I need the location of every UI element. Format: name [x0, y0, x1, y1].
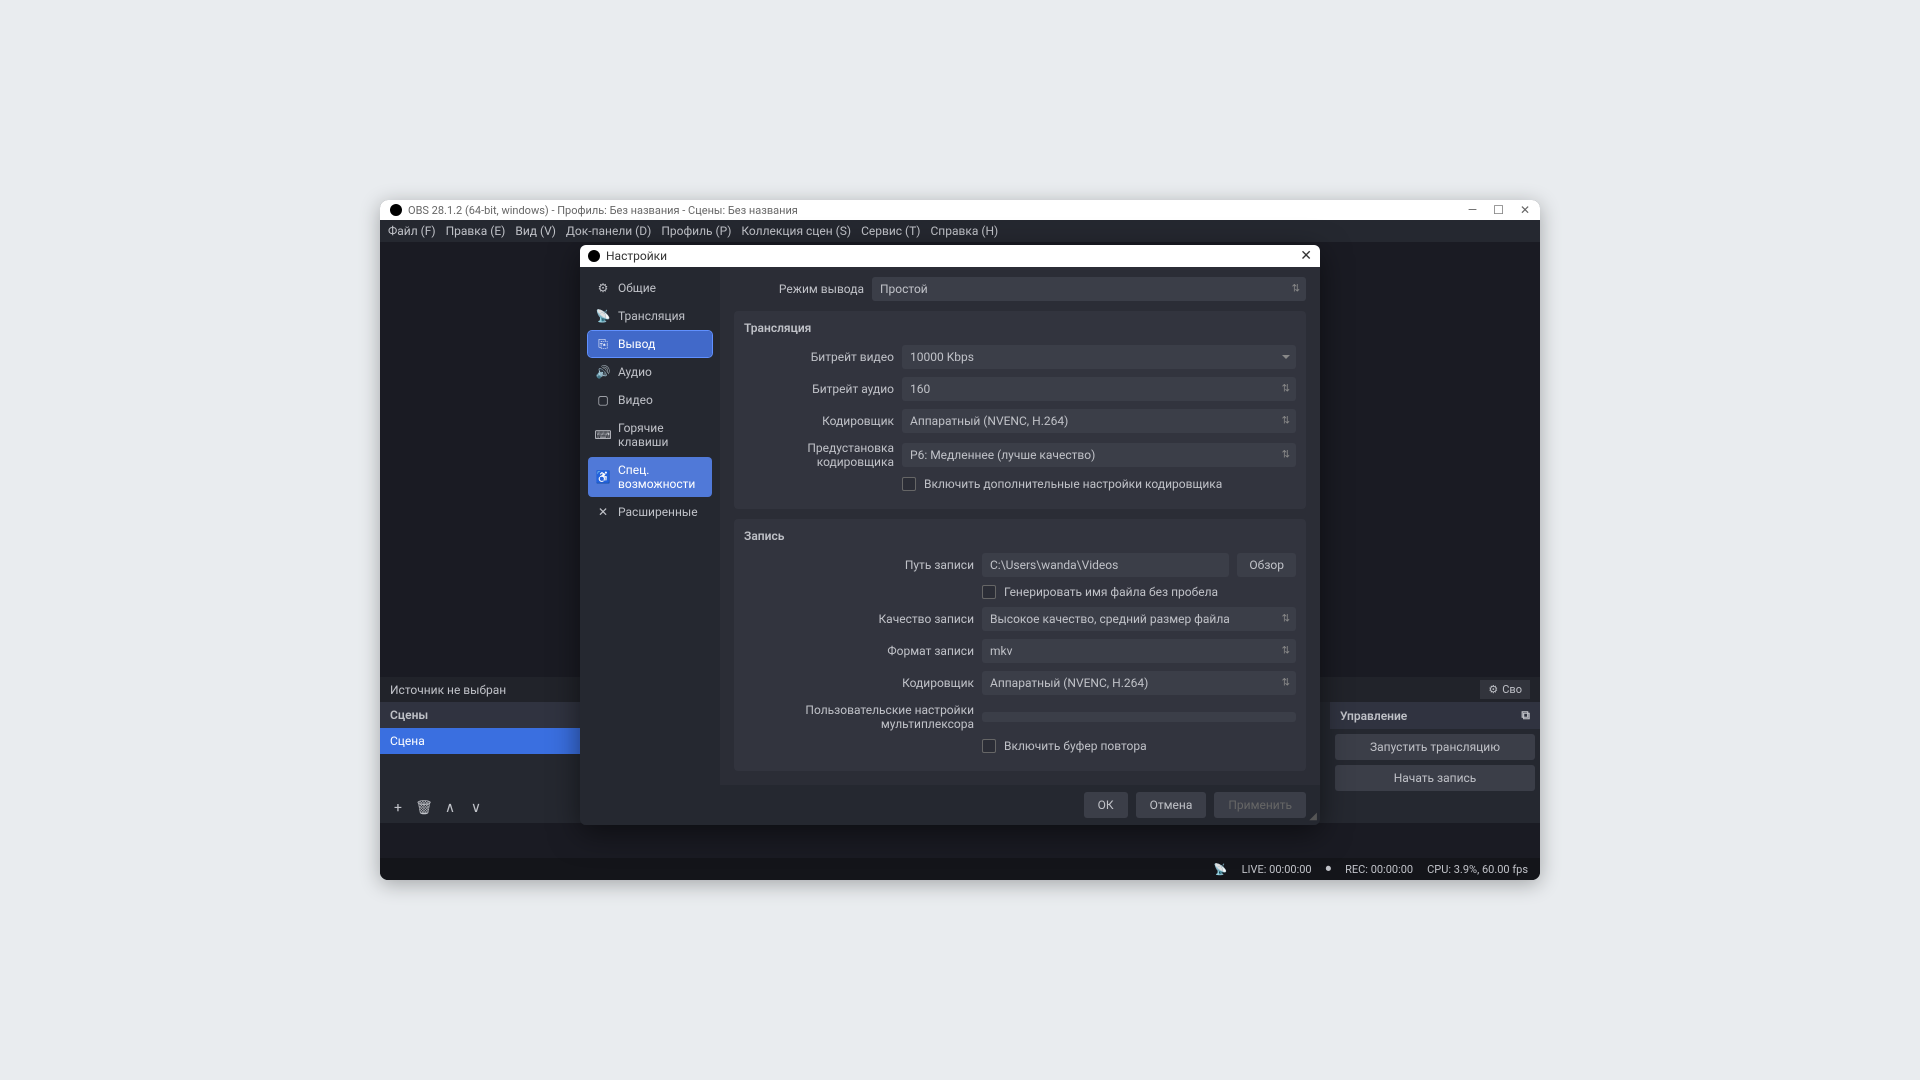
app-icon — [390, 204, 402, 216]
titlebar: OBS 28.1.2 (64-bit, windows) - Профиль: … — [380, 200, 1540, 220]
menu-scenes[interactable]: Коллекция сцен (S) — [741, 224, 851, 238]
advanced-encoder-checkbox[interactable] — [902, 477, 916, 491]
muxer-input[interactable] — [982, 712, 1296, 722]
menu-tools[interactable]: Сервис (T) — [861, 224, 920, 238]
encoder-preset-label: Предустановка кодировщика — [744, 441, 894, 469]
gear-icon: ⚙ — [1488, 683, 1498, 696]
titlebar-text: OBS 28.1.2 (64-bit, windows) - Профиль: … — [408, 204, 798, 217]
menubar: Файл (F) Правка (E) Вид (V) Док-панели (… — [380, 220, 1540, 242]
recording-format-select[interactable]: mkv — [982, 639, 1296, 663]
recording-quality-label: Качество записи — [744, 612, 974, 626]
menu-edit[interactable]: Правка (E) — [446, 224, 506, 238]
monitor-icon: ▢ — [596, 393, 610, 407]
tools-icon: ✕ — [596, 505, 610, 519]
keyboard-icon: ⌨ — [596, 428, 610, 442]
accessibility-icon: ♿ — [596, 470, 610, 484]
dialog-title: Настройки — [606, 249, 667, 263]
add-scene-button[interactable]: + — [388, 798, 408, 818]
menu-help[interactable]: Справка (H) — [930, 224, 998, 238]
popout-icon[interactable]: ⧉ — [1521, 708, 1530, 723]
dialog-close-button[interactable]: ✕ — [1300, 248, 1312, 264]
menu-file[interactable]: Файл (F) — [388, 224, 436, 238]
controls-header: Управление⧉ — [1330, 702, 1540, 729]
dialog-icon — [588, 250, 600, 262]
dialog-titlebar: Настройки ✕ — [580, 245, 1320, 267]
rec-status: REC: 00:00:00 — [1345, 863, 1413, 876]
antenna-icon: 📡 — [596, 309, 610, 323]
broadcast-icon: 📡 — [1214, 863, 1228, 876]
menu-profile[interactable]: Профиль (P) — [661, 224, 731, 238]
close-button[interactable]: ✕ — [1520, 203, 1530, 217]
settings-content: Режим вывода Простой Трансляция Битрейт … — [720, 267, 1320, 785]
streaming-title: Трансляция — [744, 321, 1296, 335]
recording-path-input[interactable]: C:\Users\wanda\Videos — [982, 553, 1229, 577]
recording-encoder-label: Кодировщик — [744, 676, 974, 690]
start-recording-button[interactable]: Начать запись — [1335, 765, 1535, 791]
scene-up-button[interactable]: ∧ — [440, 798, 460, 818]
muxer-label: Пользовательские настройки мультиплексор… — [744, 703, 974, 731]
nav-audio[interactable]: 🔊Аудио — [588, 359, 712, 385]
recording-format-label: Формат записи — [744, 644, 974, 658]
nospace-checkbox[interactable] — [982, 585, 996, 599]
recording-quality-select[interactable]: Высокое качество, средний размер файла — [982, 607, 1296, 631]
nav-video[interactable]: ▢Видео — [588, 387, 712, 413]
minimize-button[interactable]: — — [1468, 203, 1477, 217]
live-status: LIVE: 00:00:00 — [1242, 863, 1312, 876]
scene-down-button[interactable]: ∨ — [466, 798, 486, 818]
output-mode-label: Режим вывода — [734, 282, 864, 296]
replay-buffer-label: Включить буфер повтора — [1004, 739, 1147, 753]
audio-bitrate-select[interactable]: 160 — [902, 377, 1296, 401]
main-window: OBS 28.1.2 (64-bit, windows) - Профиль: … — [380, 200, 1540, 880]
audio-bitrate-label: Битрейт аудио — [744, 382, 894, 396]
menu-docks[interactable]: Док-панели (D) — [566, 224, 651, 238]
cpu-status: CPU: 3.9%, 60.00 fps — [1427, 863, 1528, 876]
record-icon: ⏺ — [1326, 862, 1332, 876]
nav-stream[interactable]: 📡Трансляция — [588, 303, 712, 329]
settings-nav: ⚙Общие 📡Трансляция ⎘Вывод 🔊Аудио ▢Видео … — [580, 267, 720, 785]
dialog-footer: ОК Отмена Применить ◢ — [580, 785, 1320, 825]
statusbar: 📡 LIVE: 00:00:00 ⏺ REC: 00:00:00 CPU: 3.… — [380, 858, 1540, 880]
encoder-preset-select[interactable]: P6: Медленнее (лучше качество) — [902, 443, 1296, 467]
menu-view[interactable]: Вид (V) — [515, 224, 556, 238]
remove-scene-button[interactable]: 🗑 — [414, 798, 434, 818]
video-bitrate-label: Битрейт видео — [744, 350, 894, 364]
advanced-encoder-label: Включить дополнительные настройки кодиро… — [924, 477, 1222, 491]
start-stream-button[interactable]: Запустить трансляцию — [1335, 734, 1535, 760]
browse-button[interactable]: Обзор — [1237, 553, 1296, 577]
recording-encoder-select[interactable]: Аппаратный (NVENC, H.264) — [982, 671, 1296, 695]
maximize-button[interactable]: ☐ — [1493, 203, 1504, 217]
apply-button[interactable]: Применить — [1214, 792, 1306, 818]
recording-path-label: Путь записи — [744, 558, 974, 572]
streaming-section: Трансляция Битрейт видео 10000 Kbps Битре… — [734, 311, 1306, 509]
video-bitrate-input[interactable]: 10000 Kbps — [902, 345, 1296, 369]
stream-encoder-label: Кодировщик — [744, 414, 894, 428]
nav-accessibility[interactable]: ♿Спец. возможности — [588, 457, 712, 497]
resize-grip[interactable]: ◢ — [1309, 811, 1317, 822]
cancel-button[interactable]: Отмена — [1136, 792, 1207, 818]
no-source-label: Источник не выбран — [390, 683, 506, 697]
nav-output[interactable]: ⎘Вывод — [588, 331, 712, 357]
nospace-label: Генерировать имя файла без пробела — [1004, 585, 1218, 599]
speaker-icon: 🔊 — [596, 365, 610, 379]
stream-encoder-select[interactable]: Аппаратный (NVENC, H.264) — [902, 409, 1296, 433]
output-icon: ⎘ — [596, 337, 610, 351]
recording-title: Запись — [744, 529, 1296, 543]
nav-advanced[interactable]: ✕Расширенные — [588, 499, 712, 525]
nav-general[interactable]: ⚙Общие — [588, 275, 712, 301]
nav-hotkeys[interactable]: ⌨Горячие клавиши — [588, 415, 712, 455]
source-properties-button[interactable]: ⚙Сво — [1480, 680, 1530, 699]
recording-section: Запись Путь записи C:\Users\wanda\Videos О… — [734, 519, 1306, 771]
scenes-header: Сцены — [380, 702, 598, 728]
ok-button[interactable]: ОК — [1084, 792, 1128, 818]
output-mode-select[interactable]: Простой — [872, 277, 1306, 301]
scene-item[interactable]: Сцена — [380, 728, 598, 754]
gear-icon: ⚙ — [596, 281, 610, 295]
replay-buffer-checkbox[interactable] — [982, 739, 996, 753]
settings-dialog: Настройки ✕ ⚙Общие 📡Трансляция ⎘Вывод 🔊А… — [580, 245, 1320, 825]
